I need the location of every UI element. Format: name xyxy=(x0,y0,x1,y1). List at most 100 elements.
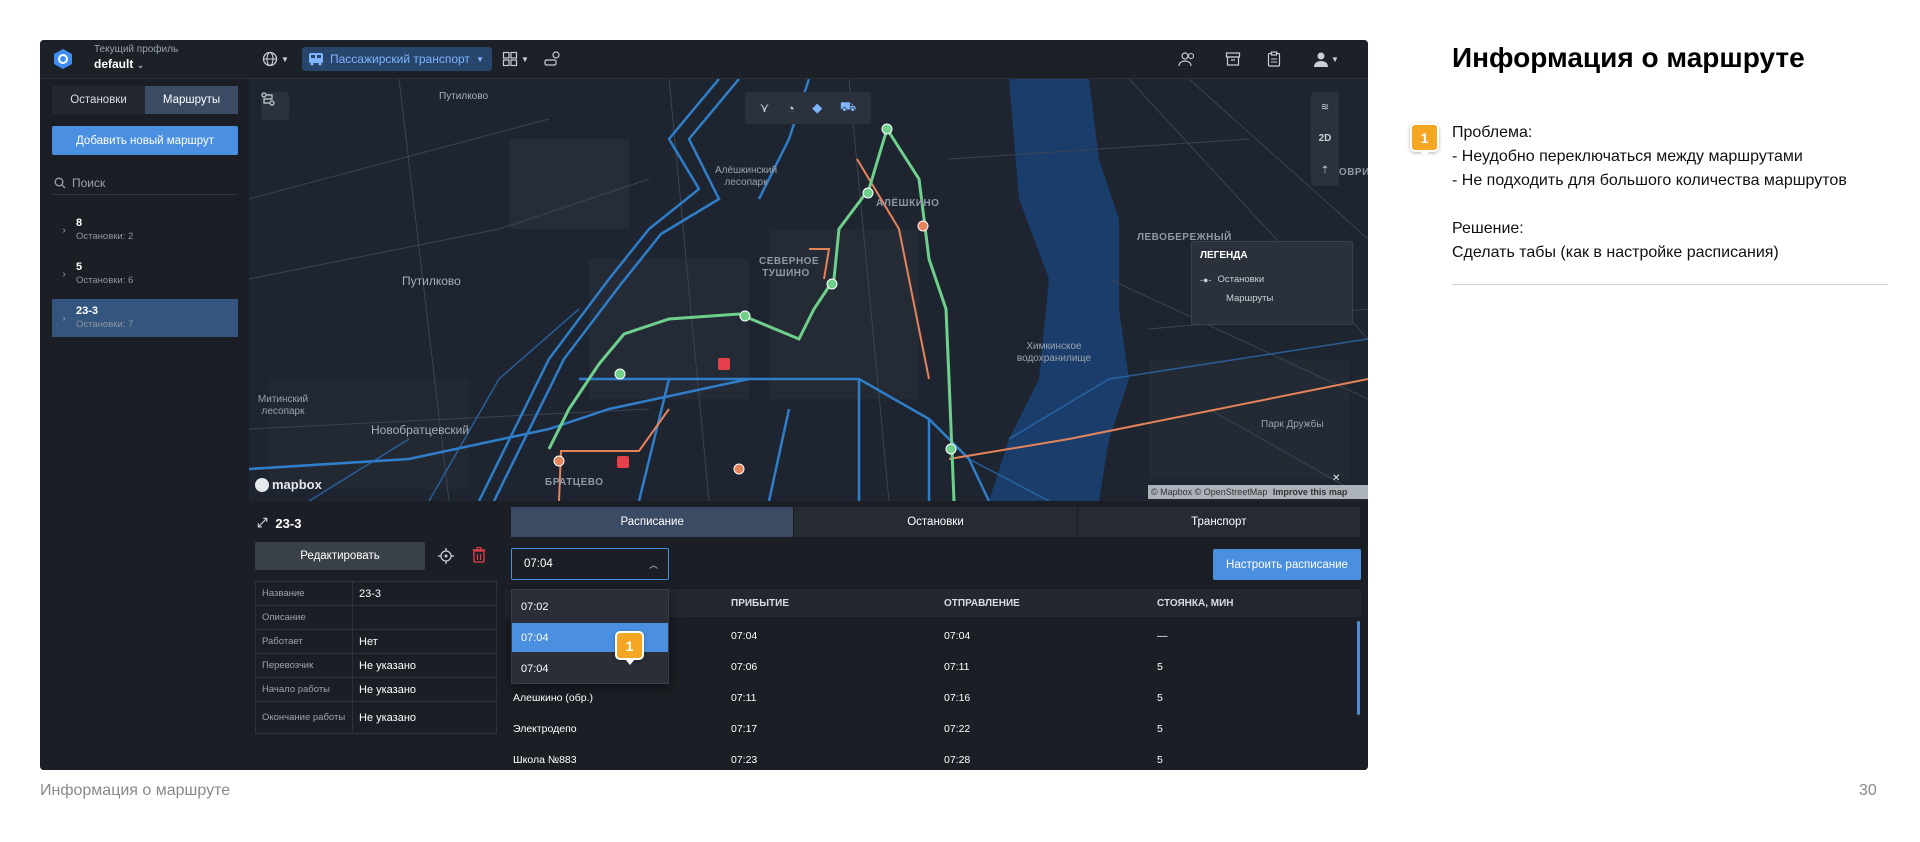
route-list-item-selected[interactable]: › 23-3 Остановки: 7 xyxy=(52,299,238,337)
arrival-time: 07:17 xyxy=(731,723,758,735)
chevron-right-icon: › xyxy=(62,312,66,324)
globe-icon xyxy=(262,51,278,67)
language-menu[interactable]: ▼ xyxy=(262,49,289,69)
tab-stops[interactable]: Остановки xyxy=(794,507,1078,537)
table-scrollbar[interactable] xyxy=(1357,621,1360,715)
map-legend: ЛЕГЕНДА -●- Остановки Маршруты xyxy=(1191,241,1353,325)
stay-minutes: 5 xyxy=(1157,723,1163,735)
stay-minutes: 5 xyxy=(1157,661,1163,673)
dropdown-option[interactable]: 07:02 xyxy=(512,592,668,621)
annotation-marker: 1 xyxy=(1410,123,1439,157)
edit-route-button[interactable]: Редактировать xyxy=(255,542,425,570)
measure-icon[interactable]: ⋎ xyxy=(760,100,770,116)
trash-icon[interactable] xyxy=(472,547,486,563)
map-attribution: © Mapbox © OpenStreetMap Improve this ma… xyxy=(1148,485,1368,499)
arrival-time: 07:06 xyxy=(731,661,758,673)
route-filter-button[interactable] xyxy=(261,92,289,120)
profile-caption: Текущий профиль xyxy=(94,44,179,55)
tab-stops[interactable]: Остановки xyxy=(52,86,145,114)
stay-minutes: 5 xyxy=(1157,692,1163,704)
layer-diamond-icon[interactable]: ◆ xyxy=(812,100,822,116)
chevron-down-icon: ⌄ xyxy=(136,60,145,70)
profile-name: default xyxy=(94,57,134,71)
clipboard-icon xyxy=(1267,51,1281,67)
search-input[interactable]: Поиск xyxy=(52,171,238,195)
property-key: Название xyxy=(255,581,353,606)
table-row: Описание xyxy=(255,605,497,630)
table-row[interactable]: Школа №883 07:23 07:28 5 xyxy=(505,745,1361,770)
locate-target-icon[interactable] xyxy=(438,548,454,564)
stop-name: Школа №883 xyxy=(513,754,577,766)
property-key: Описание xyxy=(255,605,353,630)
view-mode-toggle[interactable]: 2D xyxy=(1319,133,1332,144)
arrival-time: 07:04 xyxy=(731,630,758,642)
archive-icon xyxy=(1225,52,1241,66)
map-toolbar: ⋎ ◔ ◆ ⛟ xyxy=(745,92,871,124)
dropdown-option[interactable]: 07:04 xyxy=(512,654,668,683)
archive-button[interactable] xyxy=(1225,49,1241,69)
profile-switcher[interactable]: Текущий профиль default ⌄ xyxy=(94,44,178,73)
compass-icon[interactable]: ⇡ xyxy=(1321,165,1329,176)
route-map[interactable]: Путилково Путилково Алёшкинский лесопарк… xyxy=(249,79,1368,501)
layers-icon[interactable]: ≋ xyxy=(1321,102,1329,113)
improve-map-link[interactable]: Improve this map xyxy=(1273,487,1348,497)
map-label: Митинский лесопарк xyxy=(257,394,309,417)
legend-item: Маршруты xyxy=(1226,293,1274,304)
attribution-close-icon[interactable]: ✕ xyxy=(1332,473,1340,484)
tab-routes[interactable]: Маршруты xyxy=(145,86,238,114)
mapbox-logo: mapbox xyxy=(255,477,322,492)
vehicles-button[interactable] xyxy=(544,49,562,69)
users-button[interactable] xyxy=(1178,49,1196,69)
dropdown-option-selected[interactable]: 07:04 xyxy=(512,623,668,652)
car-route-icon xyxy=(544,51,560,66)
configure-schedule-button[interactable]: Настроить расписание xyxy=(1213,549,1361,580)
table-row[interactable]: Электродепо 07:17 07:22 5 xyxy=(505,714,1361,745)
expand-icon[interactable]: ⤢ xyxy=(257,515,267,531)
property-key: Начало работы xyxy=(255,677,353,702)
reports-button[interactable] xyxy=(1267,49,1281,69)
map-label: СЕВЕРНОЕ ТУШИНО xyxy=(759,256,820,279)
caret-down-icon: ▼ xyxy=(476,54,484,64)
property-value: 23-3 xyxy=(352,581,497,606)
property-value: Нет xyxy=(352,629,497,654)
arrival-time: 07:11 xyxy=(731,692,757,704)
caret-down-icon: ▼ xyxy=(1331,54,1339,64)
search-icon xyxy=(54,177,66,188)
route-filter-icon xyxy=(261,92,275,106)
stay-minutes: — xyxy=(1157,630,1168,642)
table-row[interactable]: Алешкино (обр.) 07:11 07:16 5 xyxy=(505,683,1361,714)
selected-time: 07:04 xyxy=(524,558,553,570)
layout-menu[interactable]: ▼ xyxy=(502,49,529,69)
column-header: СТОЯНКА, МИН xyxy=(1157,597,1234,609)
annotation-marker: 1 xyxy=(615,631,644,665)
tab-schedule[interactable]: Расписание xyxy=(511,507,795,537)
tab-transport[interactable]: Транспорт xyxy=(1078,507,1361,537)
property-value xyxy=(352,605,497,630)
transport-mode-select[interactable]: Пассажирский транспорт ▼ xyxy=(302,47,492,71)
table-row: Окончание работы Не указано xyxy=(255,701,497,734)
chevron-right-icon: › xyxy=(62,268,66,280)
route-title: 23-3 xyxy=(275,515,302,531)
bus-stop-icon[interactable]: ⛟ xyxy=(840,99,856,117)
map-label: АЛЁШКИНО xyxy=(876,198,940,209)
add-route-button[interactable]: Добавить новый маршрут xyxy=(52,126,238,155)
legend-item: Остановки xyxy=(1217,274,1265,285)
column-header: ПРИБЫТИЕ xyxy=(731,597,789,609)
property-value: Не указано xyxy=(352,677,497,702)
property-key: Окончание работы xyxy=(255,701,353,734)
departure-time: 07:11 xyxy=(944,661,970,673)
chevron-right-icon: › xyxy=(62,224,66,236)
departure-time-select[interactable]: 07:04 ︿ xyxy=(511,548,669,580)
route-list-item[interactable]: › 8 Остановки: 2 xyxy=(52,211,238,249)
user-menu[interactable]: ▼ xyxy=(1314,49,1339,69)
route-list-item[interactable]: › 5 Остановки: 6 xyxy=(52,255,238,293)
speed-gauge-icon[interactable]: ◔ xyxy=(787,101,795,116)
search-placeholder: Поиск xyxy=(72,175,106,190)
user-icon xyxy=(1314,52,1328,67)
departure-time: 07:28 xyxy=(944,754,971,766)
app-logo-icon[interactable] xyxy=(54,49,72,69)
departure-time: 07:16 xyxy=(944,692,971,704)
table-row: Работает Нет xyxy=(255,629,497,654)
slide-title: Информация о маршруте xyxy=(1452,42,1805,73)
app-screenshot: Текущий профиль default ⌄ ▼ Пассажирский… xyxy=(40,40,1368,770)
